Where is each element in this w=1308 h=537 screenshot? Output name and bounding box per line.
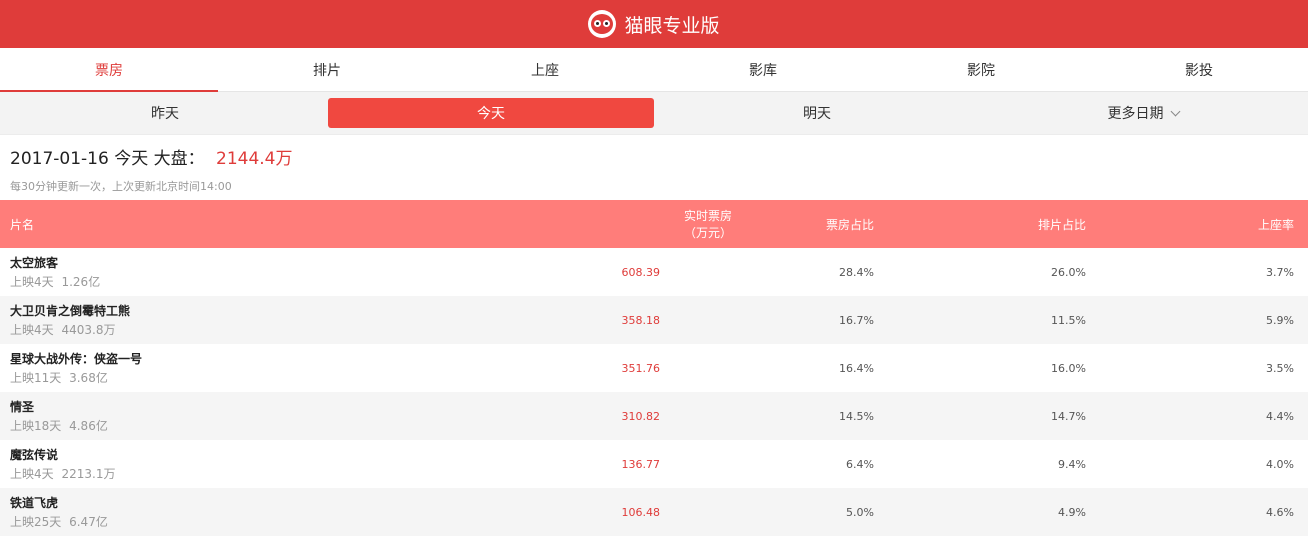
- cumulative-box-office: 1.26亿: [61, 275, 101, 289]
- brand-title: 猫眼专业版: [624, 14, 720, 37]
- film-release-info: 上映25天 6.47亿: [10, 513, 546, 530]
- market-total: 2144.4万: [216, 149, 293, 169]
- realtime-box-office: 310.82: [621, 409, 661, 423]
- tab-investors[interactable]: 影投: [1090, 48, 1308, 91]
- cumulative-box-office: 4.86亿: [69, 419, 108, 433]
- film-release-info: 上映11天 3.68亿: [10, 369, 546, 386]
- box-share: 16.4%: [839, 361, 874, 375]
- tab-attendance[interactable]: 上座: [436, 48, 654, 91]
- attendance-rate: 5.9%: [1266, 313, 1294, 327]
- date-today-button[interactable]: 今天: [328, 98, 654, 128]
- schedule-share: 16.0%: [1051, 361, 1086, 375]
- schedule-share: 11.5%: [1051, 313, 1086, 327]
- summary-day: 今天: [114, 149, 149, 169]
- realtime-box-office: 351.76: [621, 361, 661, 375]
- realtime-box-office: 106.48: [621, 505, 661, 519]
- realtime-box-office: 608.39: [621, 265, 661, 279]
- date-tomorrow-button[interactable]: 明天: [654, 98, 980, 128]
- cat-eye-logo-icon: [588, 10, 617, 38]
- attendance-rate: 3.5%: [1266, 361, 1294, 375]
- box-share: 16.7%: [839, 313, 874, 327]
- cumulative-box-office: 3.68亿: [69, 371, 108, 385]
- cumulative-box-office: 2213.1万: [61, 467, 116, 481]
- tab-schedule[interactable]: 排片: [218, 48, 436, 91]
- release-days: 上映4天: [10, 323, 54, 337]
- film-release-info: 上映4天 4403.8万: [10, 321, 546, 338]
- cumulative-box-office: 4403.8万: [61, 323, 116, 337]
- table-row[interactable]: 铁道飞虎 上映25天 6.47亿 106.48 5.0% 4.9% 4.6%: [0, 488, 1308, 536]
- col-schedule-share[interactable]: 排片占比: [886, 200, 1102, 248]
- col-realtime-label: 实时票房: [683, 209, 732, 223]
- table-header-row: 片名 实时票房 （万元） 票房占比 排片占比 上座率: [0, 200, 1308, 248]
- box-share: 28.4%: [839, 265, 874, 279]
- more-dates-label: 更多日期: [1107, 106, 1164, 122]
- release-days: 上映4天: [10, 467, 54, 481]
- date-selector: 昨天 今天 明天 更多日期: [0, 92, 1308, 134]
- col-realtime-unit: （万元）: [683, 226, 732, 240]
- film-title: 大卫贝肯之倒霉特工熊: [10, 304, 131, 318]
- app-header: 猫眼专业版: [0, 0, 1308, 48]
- table-row[interactable]: 情圣 上映18天 4.86亿 310.82 14.5% 14.7% 4.4%: [0, 392, 1308, 440]
- tab-cinemas[interactable]: 影院: [872, 48, 1090, 91]
- film-release-info: 上映4天 2213.1万: [10, 465, 546, 482]
- summary-headline: 2017-01-16 今天 大盘： 2144.4万: [10, 144, 1298, 169]
- chevron-down-icon: [1170, 106, 1180, 116]
- col-attendance[interactable]: 上座率: [1102, 200, 1308, 248]
- release-days: 上映18天: [10, 419, 62, 433]
- tab-film-library[interactable]: 影库: [654, 48, 872, 91]
- summary-label: 大盘：: [153, 149, 205, 169]
- main-tabs: 票房 排片 上座 影库 影院 影投: [0, 48, 1308, 92]
- more-dates-dropdown[interactable]: 更多日期: [980, 98, 1306, 128]
- release-days: 上映4天: [10, 275, 54, 289]
- realtime-box-office: 136.77: [621, 457, 661, 471]
- realtime-box-office: 358.18: [621, 313, 661, 327]
- schedule-share: 9.4%: [1058, 457, 1086, 471]
- col-box-share[interactable]: 票房占比: [760, 200, 886, 248]
- schedule-share: 26.0%: [1051, 265, 1086, 279]
- film-cell: 星球大战外传：侠盗一号 上映11天 3.68亿: [0, 344, 560, 392]
- release-days: 上映25天: [10, 515, 62, 529]
- table-row[interactable]: 星球大战外传：侠盗一号 上映11天 3.68亿 351.76 16.4% 16.…: [0, 344, 1308, 392]
- film-cell: 太空旅客 上映4天 1.26亿: [0, 248, 560, 296]
- film-title: 铁道飞虎: [10, 496, 59, 510]
- attendance-rate: 4.4%: [1266, 409, 1294, 423]
- schedule-share: 4.9%: [1058, 505, 1086, 519]
- table-row[interactable]: 大卫贝肯之倒霉特工熊 上映4天 4403.8万 358.18 16.7% 11.…: [0, 296, 1308, 344]
- film-release-info: 上映18天 4.86亿: [10, 417, 546, 434]
- release-days: 上映11天: [10, 371, 62, 385]
- col-realtime[interactable]: 实时票房 （万元）: [560, 200, 760, 248]
- summary-date: 2017-01-16: [10, 149, 109, 169]
- film-cell: 铁道飞虎 上映25天 6.47亿: [0, 488, 560, 536]
- film-cell: 情圣 上映18天 4.86亿: [0, 392, 560, 440]
- box-office-table: 片名 实时票房 （万元） 票房占比 排片占比 上座率 太空旅客 上映4天 1.2…: [0, 200, 1308, 536]
- film-cell: 魔弦传说 上映4天 2213.1万: [0, 440, 560, 488]
- update-note: 每30分钟更新一次，上次更新北京时间14:00: [10, 180, 232, 193]
- film-title: 魔弦传说: [10, 448, 59, 462]
- attendance-rate: 4.0%: [1266, 457, 1294, 471]
- film-release-info: 上映4天 1.26亿: [10, 273, 546, 290]
- schedule-share: 14.7%: [1051, 409, 1086, 423]
- date-yesterday-button[interactable]: 昨天: [2, 98, 328, 128]
- box-share: 5.0%: [846, 505, 874, 519]
- tab-box-office[interactable]: 票房: [0, 48, 218, 92]
- film-title: 星球大战外传：侠盗一号: [10, 352, 143, 366]
- film-cell: 大卫贝肯之倒霉特工熊 上映4天 4403.8万: [0, 296, 560, 344]
- box-share: 14.5%: [839, 409, 874, 423]
- box-share: 6.4%: [846, 457, 874, 471]
- attendance-rate: 4.6%: [1266, 505, 1294, 519]
- cumulative-box-office: 6.47亿: [69, 515, 108, 529]
- film-title: 情圣: [10, 400, 35, 414]
- attendance-rate: 3.7%: [1266, 265, 1294, 279]
- col-film-name[interactable]: 片名: [0, 200, 560, 248]
- table-row[interactable]: 太空旅客 上映4天 1.26亿 608.39 28.4% 26.0% 3.7%: [0, 248, 1308, 296]
- market-summary: 2017-01-16 今天 大盘： 2144.4万 每30分钟更新一次，上次更新…: [0, 134, 1308, 200]
- film-title: 太空旅客: [10, 256, 59, 270]
- table-row[interactable]: 魔弦传说 上映4天 2213.1万 136.77 6.4% 9.4% 4.0%: [0, 440, 1308, 488]
